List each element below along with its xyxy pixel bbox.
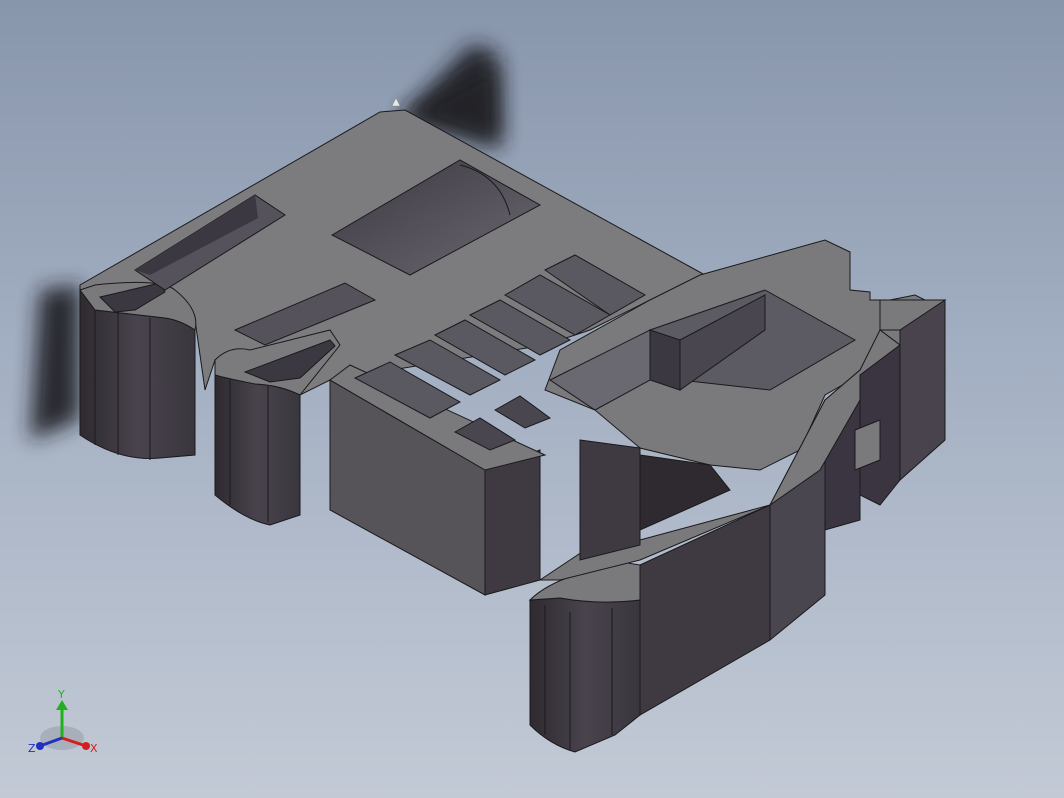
x-axis-label: X <box>90 742 98 755</box>
x-axis-head <box>82 742 90 750</box>
model-canvas[interactable]: Y X Z <box>0 0 1064 798</box>
graphics-viewport[interactable]: Y X Z <box>0 0 1064 798</box>
left-post <box>79 281 197 460</box>
terminal-block-housing[interactable] <box>79 109 947 753</box>
y-axis-head <box>56 700 68 710</box>
origin-marker <box>391 97 401 107</box>
y-axis-label: Y <box>57 688 65 701</box>
z-axis-head <box>36 742 44 750</box>
second-post <box>214 329 341 526</box>
view-triad[interactable]: Y X Z <box>28 688 98 755</box>
z-axis-label: Z <box>28 742 36 755</box>
